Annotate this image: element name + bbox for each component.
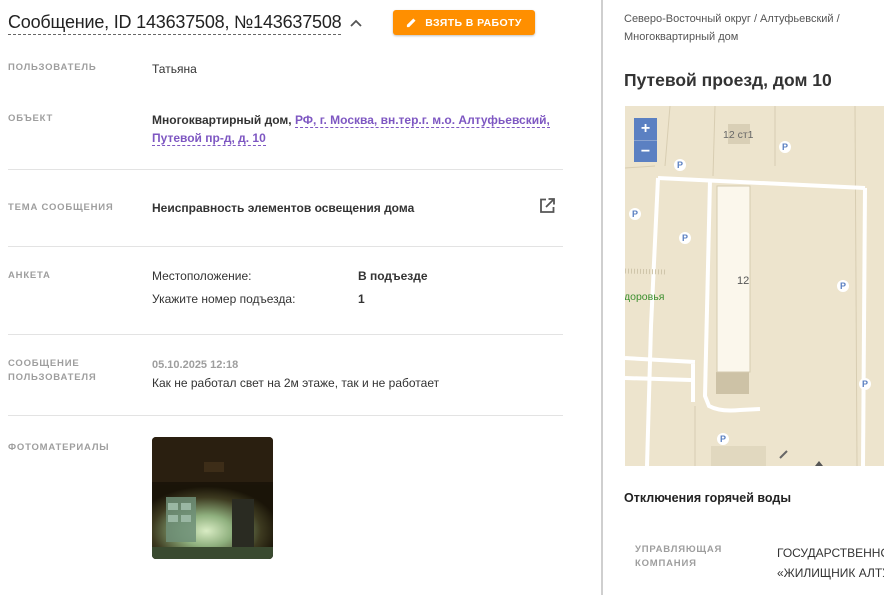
user-label: ПОЛЬЗОВАТЕЛЬ <box>8 62 97 73</box>
zoom-in-button[interactable]: + <box>634 118 657 140</box>
photo-thumbnail[interactable] <box>152 437 273 559</box>
user-row: ПОЛЬЗОВАТЕЛЬ Татьяна <box>8 60 563 80</box>
parking-marker: P <box>782 142 788 152</box>
parking-marker: P <box>677 160 683 170</box>
photos-label: ФОТОМАТЕРИАЛЫ <box>8 442 110 453</box>
message-row: СООБЩЕНИЕ ПОЛЬЗОВАТЕЛЯ 05.10.2025 12:18 … <box>8 356 563 396</box>
title-row: Сообщение, ID 143637508, №143637508 <box>8 10 363 35</box>
object-address-link[interactable]: РФ, г. Москва, вн.тер.г. м.о. Алтуфьевск… <box>294 113 550 128</box>
message-text: Как не работал свет на 2м этаже, так и н… <box>152 376 440 390</box>
divider <box>8 334 563 335</box>
object-address-link-line2[interactable]: Путевой пр-д, д. 10 <box>152 131 266 146</box>
take-to-work-button[interactable]: ВЗЯТЬ В РАБОТУ <box>393 10 535 35</box>
survey-question-2: Укажите номер подъезда: <box>152 292 296 306</box>
breadcrumb-line1[interactable]: Северо-Восточный округ / Алтуфьевский / <box>624 13 840 25</box>
breadcrumb: Северо-Восточный округ / Алтуфьевский / … <box>624 10 874 46</box>
topic-label: ТЕМА СООБЩЕНИЯ <box>8 202 114 213</box>
management-company-label-line1: УПРАВЛЯЮЩАЯ <box>635 544 723 555</box>
take-to-work-label: ВЗЯТЬ В РАБОТУ <box>425 16 522 29</box>
photos-row: ФОТОМАТЕРИАЛЫ <box>8 437 563 559</box>
survey-row: АНКЕТА Местоположение: В подъезде Укажит… <box>8 266 563 310</box>
divider <box>8 415 563 416</box>
survey-answer-1: В подъезде <box>358 269 428 283</box>
parking-marker: P <box>720 434 726 444</box>
topic-value: Неисправность элементов освещения дома <box>152 201 415 215</box>
parking-marker: P <box>632 209 638 219</box>
management-company-value-line2: «ЖИЛИЩНИК АЛТУФЬЕВСКИЙ» <box>777 566 884 580</box>
survey-question-1: Местоположение: <box>152 269 252 283</box>
pencil-icon <box>407 18 416 28</box>
parking-marker: P <box>862 379 868 389</box>
object-label: ОБЪЕКТ <box>8 113 54 124</box>
breadcrumb-line2[interactable]: Многоквартирный дом <box>624 31 738 43</box>
map[interactable]: P P P P P P P 12 12 ст1 доровья + − <box>625 106 884 466</box>
building-shadow <box>716 372 749 394</box>
object-value: Многоквартирный дом, РФ, г. Москва, вн.т… <box>152 111 557 147</box>
survey-answer-2: 1 <box>358 292 365 306</box>
building-12s1-label: 12 ст1 <box>723 129 754 141</box>
page-title[interactable]: Сообщение, ID 143637508, №143637508 <box>8 10 342 35</box>
user-value: Татьяна <box>152 62 197 76</box>
divider <box>8 246 563 247</box>
map-canvas: P P P P P P P 12 12 ст1 доровья <box>625 106 884 466</box>
message-panel: Сообщение, ID 143637508, №143637508 ВЗЯТ… <box>0 0 600 595</box>
message-date: 05.10.2025 12:18 <box>152 359 239 371</box>
management-company-label: УПРАВЛЯЮЩАЯ КОМПАНИЯ <box>635 543 722 571</box>
building-12-label: 12 <box>737 275 749 287</box>
object-row: ОБЪЕКТ Многоквартирный дом, РФ, г. Москв… <box>8 111 563 151</box>
topic-row: ТЕМА СООБЩЕНИЯ Неисправность элементов о… <box>8 197 563 221</box>
parking-marker: P <box>840 281 846 291</box>
hot-water-outages-title: Отключения горячей воды <box>624 491 792 505</box>
divider <box>8 169 563 170</box>
management-company-value: ГОСУДАРСТВЕННОЕ «ЖИЛИЩНИК АЛТУФЬЕВСКИЙ» <box>777 543 884 583</box>
place-label: доровья <box>625 291 664 303</box>
object-address-title: Путевой проезд, дом 10 <box>624 70 832 90</box>
message-label: СООБЩЕНИЕ ПОЛЬЗОВАТЕЛЯ <box>8 357 96 385</box>
zoom-out-button[interactable]: − <box>634 140 657 162</box>
management-company-value-line1: ГОСУДАРСТВЕННОЕ <box>777 546 884 560</box>
chevron-up-icon[interactable] <box>349 16 363 30</box>
management-company-label-line2: КОМПАНИЯ <box>635 558 697 569</box>
message-label-line1: СООБЩЕНИЕ <box>8 358 80 369</box>
object-sidebar: Северо-Восточный округ / Алтуфьевский / … <box>603 0 884 595</box>
open-external-icon[interactable] <box>538 197 556 215</box>
object-type: Многоквартирный дом, <box>152 113 292 127</box>
parking-marker: P <box>682 233 688 243</box>
survey-label: АНКЕТА <box>8 270 51 281</box>
message-label-line2: ПОЛЬЗОВАТЕЛЯ <box>8 372 97 383</box>
